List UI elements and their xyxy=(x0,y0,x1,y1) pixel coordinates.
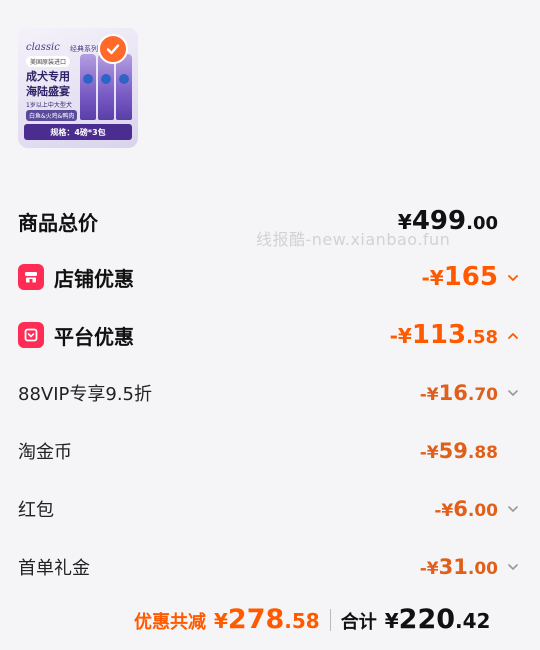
discount-item-taojinbi[interactable]: 淘金币 -¥ 59 .88 xyxy=(18,438,520,464)
grand-total-value: ¥ 220 .42 xyxy=(384,604,491,635)
platform-discount-row[interactable]: 平台优惠 -¥ 113 .58 xyxy=(18,320,520,350)
product-brand: classic xyxy=(26,42,60,53)
product-title-line2: 海陆盛宴 xyxy=(26,85,70,98)
discount-item-first-order[interactable]: 首单礼金 -¥ 31 .00 xyxy=(18,554,520,580)
discount-item-label: 88VIP专享9.5折 xyxy=(18,384,153,405)
shop-discount-row[interactable]: 店铺优惠 -¥ 165 xyxy=(18,262,520,292)
product-spec: 规格：4磅*3包 xyxy=(24,124,132,140)
platform-icon xyxy=(18,322,44,348)
discount-total-label: 优惠共减 xyxy=(134,612,206,633)
platform-discount-label: 平台优惠 xyxy=(54,324,134,349)
chevron-down-icon[interactable] xyxy=(506,502,520,516)
platform-discount-value: -¥ 113 .58 xyxy=(390,320,520,350)
chevron-down-icon[interactable] xyxy=(506,560,520,574)
shop-discount-label: 店铺优惠 xyxy=(54,266,134,291)
discount-item-value: -¥ 16 .70 xyxy=(420,381,520,405)
total-price-value: ¥ 499 .00 xyxy=(397,206,498,236)
product-origin: 美国原装进口 xyxy=(26,56,71,67)
product-title-line1: 成犬专用 xyxy=(26,70,70,83)
chevron-up-icon[interactable] xyxy=(506,329,520,343)
shop-discount-value: -¥ 165 xyxy=(422,262,521,292)
discount-item-88vip[interactable]: 88VIP专享9.5折 -¥ 16 .70 xyxy=(18,380,520,406)
discount-item-label: 红包 xyxy=(18,500,54,521)
check-icon[interactable] xyxy=(98,34,128,64)
discount-item-value: -¥ 6 .00 xyxy=(434,497,520,521)
discount-item-value: -¥ 59 .88 xyxy=(419,439,498,463)
discount-item-label: 淘金币 xyxy=(18,442,72,463)
chevron-down-icon[interactable] xyxy=(506,271,520,285)
product-flavor: 白鱼&火鸡&鸭肉 xyxy=(26,110,78,121)
product-bags-graphic xyxy=(80,54,132,120)
discount-item-hongbao[interactable]: 红包 -¥ 6 .00 xyxy=(18,496,520,522)
discount-item-value: -¥ 31 .00 xyxy=(420,555,520,579)
shop-icon xyxy=(18,264,44,290)
order-summary: 优惠共减 ¥ 278 .58 合计 ¥ 220 .42 xyxy=(134,604,490,635)
grand-total-label: 合计 xyxy=(340,612,377,633)
total-price-label: 商品总价 xyxy=(18,210,98,235)
discount-total-value: ¥ 278 .58 xyxy=(214,604,320,635)
total-price-row: 商品总价 ¥ 499 .00 xyxy=(18,206,520,236)
discount-item-label: 首单礼金 xyxy=(18,558,90,579)
product-subtitle: 1岁以上中大型犬 xyxy=(26,102,72,109)
divider xyxy=(329,608,331,631)
chevron-down-icon[interactable] xyxy=(506,386,520,400)
product-series: 经典系列 xyxy=(70,45,98,53)
